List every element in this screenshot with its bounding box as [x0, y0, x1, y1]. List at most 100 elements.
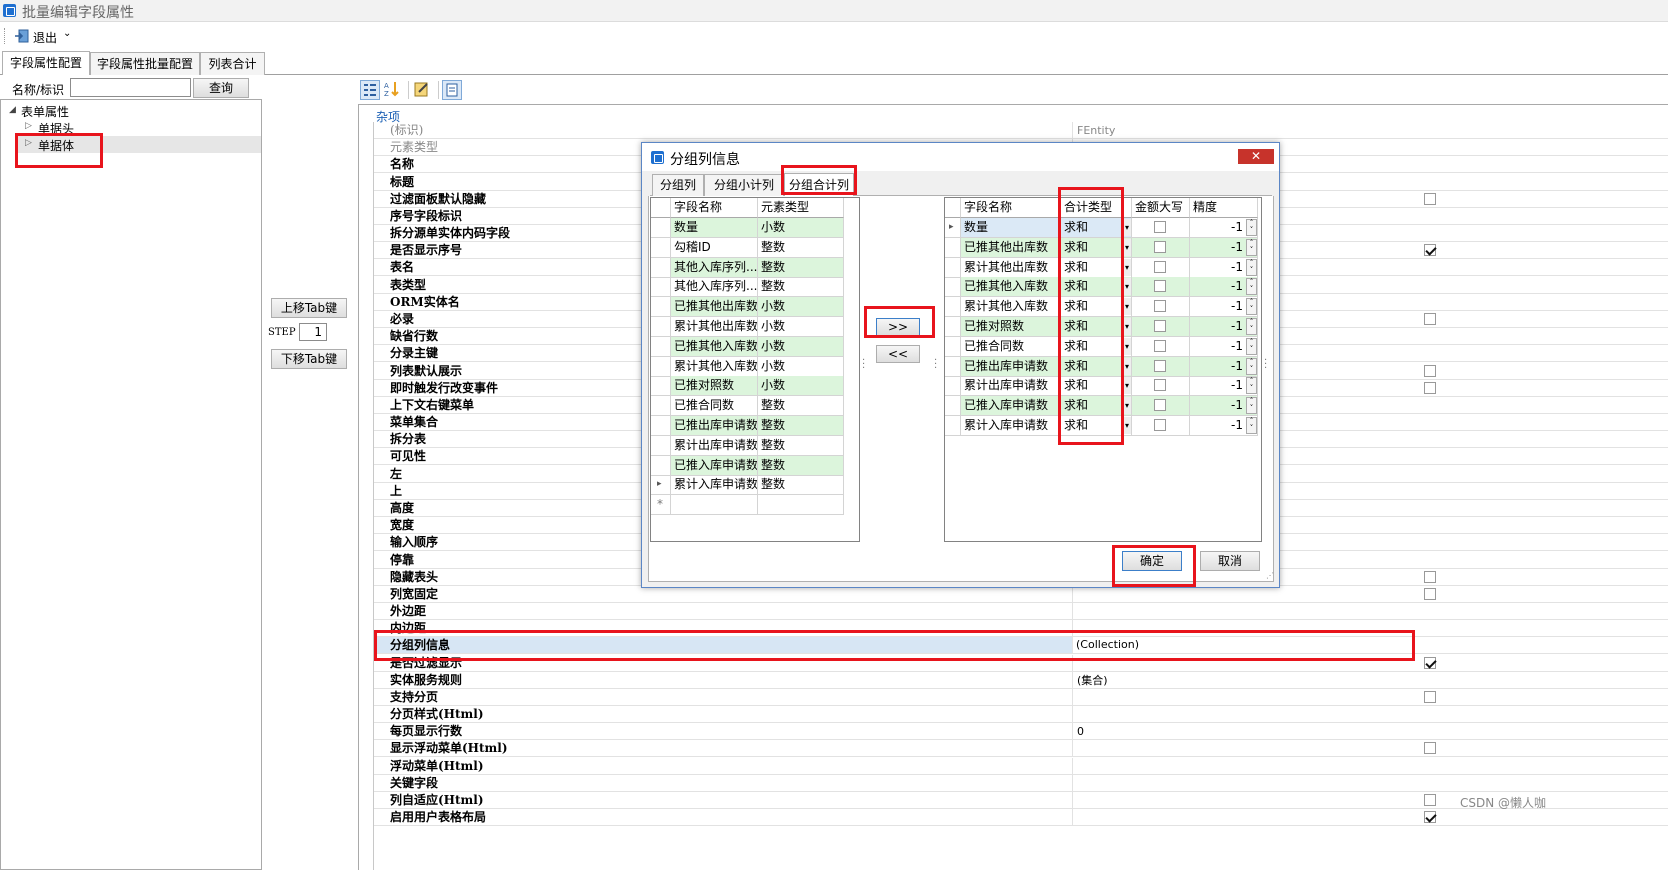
- column-header[interactable]: 元素类型: [758, 198, 844, 218]
- property-row[interactable]: 列宽固定: [374, 585, 1668, 603]
- amount-uppercase-checkbox[interactable]: [1154, 359, 1166, 372]
- cancel-button[interactable]: 取消: [1200, 551, 1260, 571]
- row-header[interactable]: [945, 257, 961, 278]
- tab-batch-config[interactable]: 字段属性批量配置: [90, 52, 200, 75]
- field-name-cell[interactable]: 已推合同数: [671, 396, 758, 417]
- splitter-grip[interactable]: · · ·: [862, 356, 865, 374]
- spin-icon[interactable]: ˄ ˅: [1246, 377, 1257, 395]
- splitter-grip[interactable]: · · ·: [1264, 356, 1267, 374]
- property-checkbox[interactable]: [1424, 742, 1436, 755]
- property-checkbox[interactable]: [1424, 587, 1436, 600]
- amount-uppercase-checkbox[interactable]: [1154, 240, 1166, 253]
- amount-uppercase-checkbox[interactable]: [1154, 221, 1166, 233]
- spin-icon[interactable]: ˄ ˅: [1246, 337, 1257, 355]
- property-checkbox[interactable]: [1424, 794, 1436, 807]
- element-type-cell[interactable]: 整数: [758, 257, 844, 278]
- element-type-cell[interactable]: 小数: [758, 218, 844, 238]
- field-name-cell[interactable]: 已推其他入库数: [671, 336, 758, 357]
- element-type-cell[interactable]: 小数: [758, 297, 844, 318]
- field-name-cell[interactable]: 已推其他出库数: [961, 237, 1061, 258]
- element-type-cell[interactable]: 小数: [758, 317, 844, 337]
- property-row[interactable]: 外边距: [374, 603, 1668, 621]
- row-header[interactable]: [945, 396, 961, 417]
- row-header[interactable]: [945, 416, 961, 436]
- element-type-cell[interactable]: 整数: [758, 475, 844, 496]
- column-header[interactable]: 字段名称: [961, 198, 1061, 218]
- property-checkbox[interactable]: [1424, 244, 1436, 257]
- field-name-cell[interactable]: 累计其他入库数: [961, 297, 1061, 318]
- field-name-cell[interactable]: 累计入库申请数: [671, 475, 758, 496]
- field-name-cell[interactable]: 勾稽ID: [671, 237, 758, 258]
- row-header[interactable]: [651, 416, 671, 436]
- property-row[interactable]: 分页样式(Html): [374, 706, 1668, 724]
- tab-field-property-config[interactable]: 字段属性配置: [2, 51, 90, 75]
- exit-button[interactable]: 退出 ⌄: [12, 26, 74, 46]
- property-row[interactable]: 实体服务规则 (集合): [374, 671, 1668, 689]
- property-row[interactable]: 关键字段: [374, 774, 1668, 792]
- property-checkbox[interactable]: [1424, 656, 1436, 669]
- row-header[interactable]: [651, 336, 671, 357]
- spin-icon[interactable]: ˄ ˅: [1246, 258, 1257, 276]
- dialog-tab-group-subtotal[interactable]: 分组小计列: [704, 174, 784, 196]
- field-name-cell[interactable]: 数量: [961, 218, 1061, 238]
- property-checkbox[interactable]: [1424, 312, 1436, 325]
- column-header[interactable]: 金额大写: [1132, 198, 1190, 218]
- query-button[interactable]: 查询: [193, 78, 249, 98]
- new-row-cell[interactable]: [671, 495, 758, 516]
- field-name-cell[interactable]: 已推出库申请数: [671, 416, 758, 436]
- row-header[interactable]: [945, 336, 961, 357]
- field-name-cell[interactable]: 已推入库申请数: [671, 455, 758, 476]
- field-name-cell[interactable]: 累计出库申请数: [961, 376, 1061, 397]
- field-name-cell[interactable]: 累计入库申请数: [961, 416, 1061, 436]
- field-name-cell[interactable]: 累计其他出库数: [671, 317, 758, 337]
- field-name-cell[interactable]: 已推出库申请数: [961, 356, 1061, 377]
- column-header[interactable]: 精度: [1190, 198, 1258, 218]
- row-header[interactable]: [651, 237, 671, 258]
- row-header[interactable]: [651, 376, 671, 397]
- property-checkbox[interactable]: [1424, 570, 1436, 583]
- tree-expand-icon[interactable]: ◢: [9, 105, 16, 115]
- tree-root[interactable]: 表单属性: [21, 103, 69, 120]
- close-button[interactable]: ✕: [1238, 149, 1274, 164]
- search-input[interactable]: [70, 78, 191, 97]
- field-name-cell[interactable]: 已推其他出库数: [671, 297, 758, 318]
- property-pages-icon[interactable]: [413, 80, 433, 100]
- property-checkbox[interactable]: [1424, 192, 1436, 205]
- property-row[interactable]: 支持分页: [374, 688, 1668, 706]
- amount-uppercase-checkbox[interactable]: [1154, 339, 1166, 352]
- field-name-cell[interactable]: 累计其他入库数: [671, 356, 758, 377]
- description-icon[interactable]: [442, 80, 462, 100]
- row-header[interactable]: [651, 317, 671, 337]
- amount-uppercase-checkbox[interactable]: [1154, 419, 1166, 431]
- property-checkbox[interactable]: [1424, 811, 1436, 824]
- element-type-cell[interactable]: 小数: [758, 336, 844, 357]
- row-header[interactable]: ▸: [651, 475, 671, 496]
- row-header[interactable]: [945, 356, 961, 377]
- row-header[interactable]: [651, 356, 671, 377]
- property-row[interactable]: 每页显示行数 0: [374, 723, 1668, 741]
- row-header[interactable]: [651, 277, 671, 298]
- row-header[interactable]: [945, 297, 961, 318]
- row-header[interactable]: [651, 297, 671, 318]
- row-header[interactable]: [945, 237, 961, 258]
- field-name-cell[interactable]: 已推入库申请数: [961, 396, 1061, 417]
- property-checkbox[interactable]: [1424, 364, 1436, 377]
- resize-grip-icon[interactable]: ⋰: [1266, 571, 1274, 580]
- element-type-cell[interactable]: 整数: [758, 277, 844, 298]
- row-header[interactable]: [651, 396, 671, 417]
- spin-icon[interactable]: ˄ ˅: [1246, 298, 1257, 316]
- sort-alpha-icon[interactable]: AZ: [383, 80, 403, 100]
- spin-icon[interactable]: ˄ ˅: [1246, 278, 1257, 296]
- tab-list-total[interactable]: 列表合计: [200, 52, 265, 75]
- tree-collapse-icon[interactable]: ▷: [25, 121, 32, 131]
- row-header[interactable]: [651, 257, 671, 278]
- spin-icon[interactable]: ˄ ˅: [1246, 417, 1257, 434]
- property-value[interactable]: FEntity: [1077, 123, 1115, 138]
- move-up-tab-button[interactable]: 上移Tab键: [271, 298, 347, 318]
- dialog-tab-group-column[interactable]: 分组列: [652, 174, 704, 196]
- field-name-cell[interactable]: 累计出库申请数: [671, 435, 758, 456]
- property-row[interactable]: 启用用户表格布局: [374, 809, 1668, 827]
- property-row[interactable]: 显示浮动菜单(Html): [374, 740, 1668, 758]
- property-value[interactable]: 0: [1077, 724, 1084, 739]
- move-down-tab-button[interactable]: 下移Tab键: [271, 349, 347, 369]
